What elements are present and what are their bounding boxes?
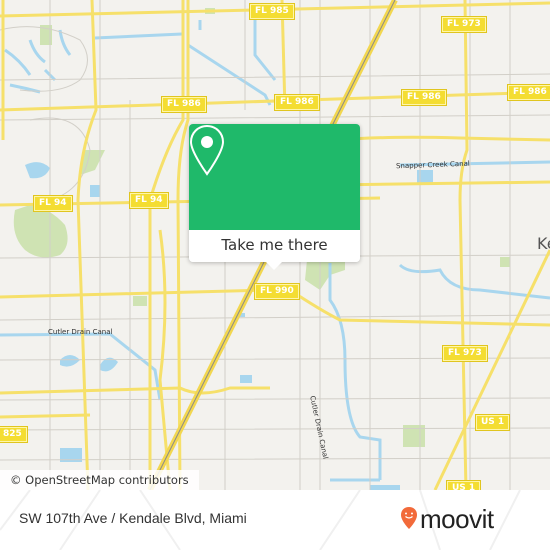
take-me-there-button[interactable]: Take me there (189, 230, 360, 262)
route-shield: FL 94 (33, 195, 73, 212)
moovit-pin-icon (400, 506, 418, 534)
route-shield: 825 (0, 426, 28, 443)
popup-pointer (266, 262, 282, 270)
canal-label: Cutler Drain Canal (48, 328, 113, 336)
route-shield: FL 973 (441, 16, 487, 33)
route-shield: US 1 (474, 414, 511, 431)
route-shield: FL 985 (249, 3, 295, 20)
footer: SW 107th Ave / Kendale Blvd, Miami moovi… (0, 490, 550, 550)
map-attribution[interactable]: © OpenStreetMap contributors (0, 470, 199, 490)
route-shield: FL 973 (442, 345, 488, 362)
moovit-logo[interactable]: moovit (400, 504, 494, 535)
route-shield: US 1 (445, 480, 482, 490)
route-shield: FL 986 (401, 89, 447, 106)
moovit-wordmark: moovit (420, 504, 494, 534)
route-shield: FL 94 (129, 192, 169, 209)
map[interactable]: FL 985 FL 973 FL 986 FL 986 FL 986 FL 98… (0, 0, 550, 490)
route-shield: FL 986 (507, 84, 550, 101)
stop-address: SW 107th Ave / Kendale Blvd, Miami (19, 510, 247, 526)
route-shield: FL 986 (274, 94, 320, 111)
directions-popup: Take me there (189, 124, 360, 270)
route-shield: FL 986 (161, 96, 207, 113)
popup-header (189, 124, 360, 230)
city-label: Ke (537, 234, 550, 253)
route-shield: FL 990 (254, 283, 300, 300)
